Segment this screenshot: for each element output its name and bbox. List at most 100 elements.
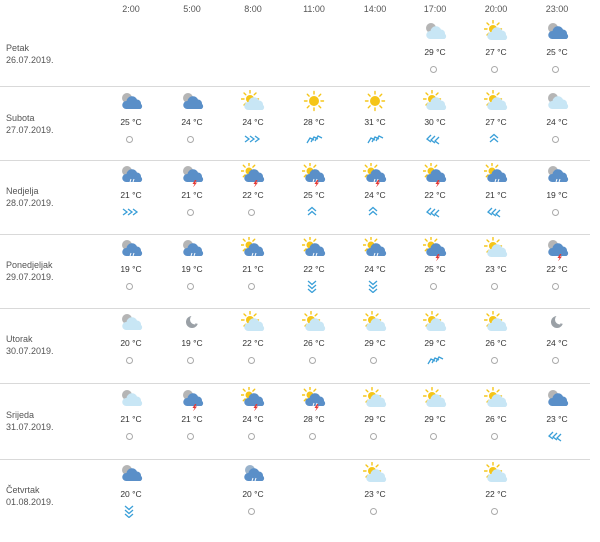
day-date: 27.07.2019. xyxy=(6,125,54,135)
day-date: 26.07.2019. xyxy=(6,55,54,65)
hour-label: 14:00 xyxy=(363,4,387,14)
row-divider xyxy=(0,459,590,460)
day-date: 29.07.2019. xyxy=(6,272,54,282)
cloud-rain-icon xyxy=(119,237,143,259)
temperature: 28 °C xyxy=(303,117,325,127)
cloud-light-icon xyxy=(545,90,569,112)
forecast-cell: 28 °C xyxy=(289,90,339,158)
day-label: Četvrtak 01.08.2019. xyxy=(6,484,54,508)
sun-storm-icon xyxy=(422,236,447,262)
calm-indicator-icon xyxy=(309,433,316,440)
forecast-cell: 24 °C xyxy=(167,90,217,158)
row-divider xyxy=(0,160,590,161)
temperature: 25 °C xyxy=(120,117,142,127)
forecast-cell: 24 °C xyxy=(228,386,278,455)
temperature: 23 °C xyxy=(546,414,568,424)
forecast-cell: 21 °C xyxy=(228,236,278,305)
sun-rain-icon xyxy=(301,236,326,259)
forecast-cell: 25 °C xyxy=(410,236,460,305)
day-date: 30.07.2019. xyxy=(6,346,54,356)
sun-cloud-icon xyxy=(483,236,508,259)
forecast-cell: 26 °C xyxy=(289,310,339,379)
calm-indicator-icon xyxy=(491,283,498,290)
forecast-cell: 21 °C xyxy=(106,163,156,231)
forecast-cell: 23 °C xyxy=(471,236,521,305)
forecast-cell: 26 °C xyxy=(471,310,521,379)
day-label: Ponedjeljak 29.07.2019. xyxy=(6,259,54,283)
wind-right-icon xyxy=(242,132,264,146)
sun-cloud-icon xyxy=(362,386,387,409)
forecast-cell: 20 °C xyxy=(106,462,156,530)
temperature: 24 °C xyxy=(546,117,568,127)
cloud-rain-icon xyxy=(119,163,143,185)
hour-label: 17:00 xyxy=(423,4,447,14)
forecast-cell: 22 °C xyxy=(532,237,582,305)
temperature: 22 °C xyxy=(485,489,507,499)
calm-indicator-icon xyxy=(248,508,255,515)
forecast-cell: 29 °C xyxy=(410,310,460,379)
sun-storm-icon xyxy=(240,386,265,412)
temperature: 22 °C xyxy=(424,190,446,200)
temperature: 21 °C xyxy=(485,190,507,200)
sun-rain-icon xyxy=(483,162,508,185)
temperature: 19 °C xyxy=(181,338,203,348)
day-name: Četvrtak xyxy=(6,485,40,495)
sun-cloud-icon xyxy=(240,310,265,333)
cloud-storm-icon xyxy=(180,163,204,188)
temperature: 20 °C xyxy=(242,489,264,499)
temperature: 31 °C xyxy=(364,117,386,127)
temperature: 26 °C xyxy=(485,414,507,424)
forecast-cell: 29 °C xyxy=(410,386,460,455)
forecast-cell: 28 °C xyxy=(289,386,339,455)
cloud-dark-icon xyxy=(119,462,143,484)
temperature: 26 °C xyxy=(303,338,325,348)
temperature: 25 °C xyxy=(546,47,568,57)
temperature: 27 °C xyxy=(485,117,507,127)
temperature: 24 °C xyxy=(181,117,203,127)
calm-indicator-icon xyxy=(126,136,133,143)
calm-indicator-icon xyxy=(491,433,498,440)
temperature: 27 °C xyxy=(485,47,507,57)
day-date: 31.07.2019. xyxy=(6,422,54,432)
forecast-cell: 24 °C xyxy=(532,311,582,379)
day-date: 28.07.2019. xyxy=(6,198,54,208)
forecast-cell: 21 °C xyxy=(106,387,156,455)
wind-left-down-icon xyxy=(424,132,446,146)
sun-icon xyxy=(302,90,326,112)
wind-right-icon xyxy=(120,205,142,219)
wind-up-icon xyxy=(485,132,507,146)
forecast-cell: 27 °C xyxy=(471,19,521,88)
forecast-cell: 27 °C xyxy=(471,89,521,158)
wind-down-icon xyxy=(364,279,386,294)
calm-indicator-icon xyxy=(126,433,133,440)
temperature: 22 °C xyxy=(242,190,264,200)
calm-indicator-icon xyxy=(552,136,559,143)
cloud-dark-icon xyxy=(545,387,569,409)
calm-indicator-icon xyxy=(370,357,377,364)
hour-label: 23:00 xyxy=(545,4,569,14)
temperature: 21 °C xyxy=(120,414,142,424)
temperature: 29 °C xyxy=(364,338,386,348)
temperature: 24 °C xyxy=(364,190,386,200)
forecast-cell: 22 °C xyxy=(289,236,339,305)
day-label: Utorak 30.07.2019. xyxy=(6,333,54,357)
calm-indicator-icon xyxy=(430,283,437,290)
hour-label: 2:00 xyxy=(122,4,140,14)
sun-cloud-icon xyxy=(240,89,265,112)
cloud-night-clear-icon xyxy=(423,20,447,42)
day-name: Srijeda xyxy=(6,410,35,420)
sun-storm-icon xyxy=(422,162,447,188)
hour-label: 5:00 xyxy=(183,4,201,14)
temperature: 21 °C xyxy=(242,264,264,274)
forecast-cell: 25 °C xyxy=(289,162,339,231)
day-name: Nedjelja xyxy=(6,186,39,196)
temperature: 29 °C xyxy=(424,414,446,424)
sun-rain-storm-icon xyxy=(301,162,326,188)
day-label: Nedjelja 28.07.2019. xyxy=(6,185,54,209)
temperature: 23 °C xyxy=(364,489,386,499)
wind-up-right-icon xyxy=(303,132,325,146)
temperature: 30 °C xyxy=(424,117,446,127)
forecast-cell: 25 °C xyxy=(532,20,582,88)
temperature: 19 °C xyxy=(181,264,203,274)
row-divider xyxy=(0,308,590,309)
